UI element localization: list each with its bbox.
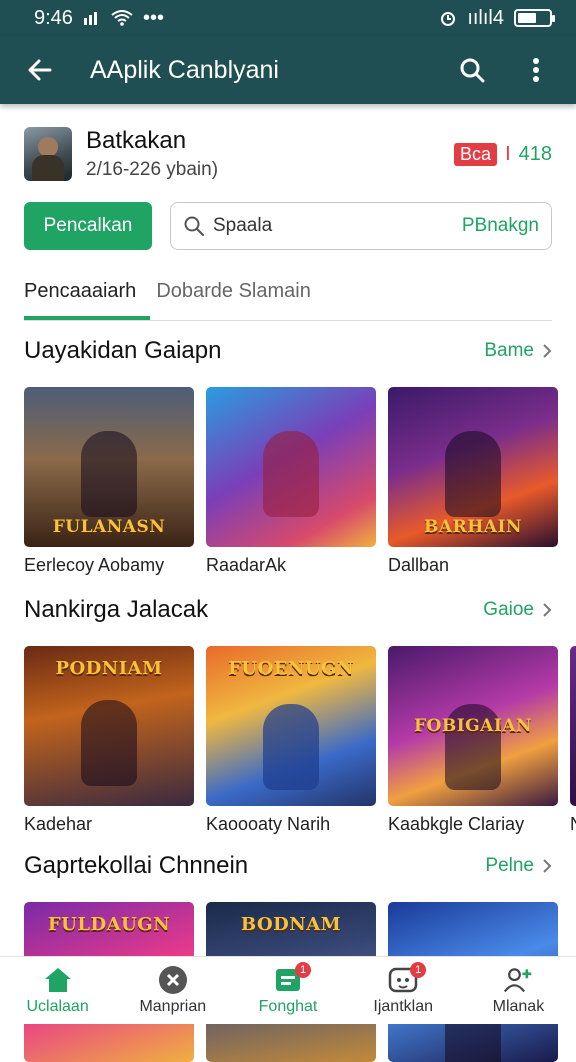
app-icon [24, 127, 72, 181]
section-title: Gaprtekollai Chnnein [24, 852, 248, 880]
status-time: 9:46 [34, 7, 73, 30]
game-logo: FULANASN [32, 517, 186, 537]
action-row: Pencalkan Spaala PBnakgn [24, 202, 552, 250]
back-button[interactable] [18, 48, 62, 92]
game-cover: FULANASN [24, 387, 194, 547]
game-logo: BARHAIN [396, 517, 550, 537]
primary-button[interactable]: Pencalkan [24, 202, 152, 250]
app-subtitle: 2/16-226 ybain) [86, 159, 454, 181]
app-meta: Bca I 418 [454, 143, 552, 166]
section-1: Uayakidan Gaiapn Bame FULANASN Eerlecoy … [24, 331, 576, 576]
game-cover [206, 387, 376, 547]
close-circle-icon [158, 965, 188, 995]
nav-games[interactable]: 1 Ijantklan [346, 957, 461, 1024]
search-input[interactable]: Spaala PBnakgn [170, 202, 552, 250]
add-user-icon [503, 965, 533, 995]
tab-bar: Pencaaaiarh Dobarde Slamain [24, 262, 552, 320]
app-meta-green: 418 [519, 143, 552, 166]
app-badge: Bca [454, 143, 497, 166]
tab-secondary[interactable]: Dobarde Slamain [156, 262, 311, 320]
section-title: Nankirga Jalacak [24, 596, 208, 624]
game-cover: PODNIAM [24, 646, 194, 806]
battery-icon [514, 9, 552, 27]
nav-badge: 1 [410, 962, 426, 978]
status-bar: 9:46 ••• ıılıl4 [0, 0, 576, 36]
game-title: RaadarAk [206, 555, 376, 576]
game-title: Kaabkgle Clariay [388, 814, 558, 835]
game-logo: PODNIAM [32, 658, 186, 679]
game-logo: FOBIGAIAN [396, 716, 550, 736]
nav-home[interactable]: Uclalaan [0, 957, 115, 1024]
game-card[interactable]: BARHAIN Dallban [388, 387, 558, 576]
section-more-link[interactable]: Pelne [485, 855, 552, 877]
game-cover: FOBIGAIAN [388, 646, 558, 806]
game-card[interactable]: RaadarAk [206, 387, 376, 576]
more-vertical-icon [532, 57, 540, 83]
game-card[interactable]: PODNIAM Kadehar [24, 646, 194, 835]
wifi-icon [111, 10, 133, 26]
sim-icon [83, 10, 101, 26]
search-placeholder: Spaala [213, 215, 454, 237]
chevron-right-icon [542, 602, 552, 618]
alarm-icon [439, 9, 457, 27]
game-title: N [570, 814, 576, 835]
game-logo: FULDAUGN [32, 914, 186, 935]
search-action-link[interactable]: PBnakgn [462, 215, 539, 237]
game-logo: FUOENUGN [214, 658, 368, 679]
nav-badge: 1 [295, 962, 311, 978]
overflow-menu-button[interactable] [514, 48, 558, 92]
section-title: Uayakidan Gaiapn [24, 337, 221, 365]
back-arrow-icon [26, 56, 54, 84]
search-icon [183, 215, 205, 237]
game-cover [570, 646, 576, 806]
home-icon [43, 966, 73, 994]
section-3: Gaprtekollai Chnnein Pelne FULDAUGN BODN… [24, 846, 576, 1062]
nav-add-friend[interactable]: Mlanak [461, 957, 576, 1024]
app-meta-red: I [505, 143, 511, 166]
search-icon [458, 56, 486, 84]
game-card[interactable]: FULANASN Eerlecoy Aobamy [24, 387, 194, 576]
section-more-link[interactable]: Gaioe [483, 599, 552, 621]
section-2: Nankirga Jalacak Gaioe PODNIAM Kadehar F… [24, 590, 576, 835]
game-title: Kaoooaty Narih [206, 814, 376, 835]
game-logo: BODNAM [214, 914, 368, 935]
status-more-icon: ••• [143, 7, 164, 30]
search-button[interactable] [450, 48, 494, 92]
tab-primary[interactable]: Pencaaaiarh [24, 262, 150, 320]
chevron-right-icon [542, 343, 552, 359]
page-title: AAplik Canblyani [90, 56, 450, 85]
tab-divider [24, 320, 552, 321]
game-title: Kadehar [24, 814, 194, 835]
signal-text: ıılıl4 [467, 7, 504, 30]
game-title: Eerlecoy Aobamy [24, 555, 194, 576]
game-card[interactable]: N [570, 646, 576, 835]
nav-chat[interactable]: 1 Fonghat [230, 957, 345, 1024]
game-title: Dallban [388, 555, 558, 576]
app-bar: AAplik Canblyani [0, 36, 576, 104]
section-more-link[interactable]: Bame [484, 340, 552, 362]
bottom-nav: Uclalaan Manprian 1 Fonghat 1 Ijantklan … [0, 956, 576, 1024]
app-header[interactable]: Batkakan 2/16-226 ybain) Bca I 418 [24, 124, 552, 184]
game-cover: BARHAIN [388, 387, 558, 547]
game-cover: FUOENUGN [206, 646, 376, 806]
chevron-right-icon [542, 858, 552, 874]
game-card[interactable]: FOBIGAIAN Kaabkgle Clariay [388, 646, 558, 835]
app-name: Batkakan [86, 127, 454, 155]
game-card[interactable]: FUOENUGN Kaoooaty Narih [206, 646, 376, 835]
nav-close[interactable]: Manprian [115, 957, 230, 1024]
